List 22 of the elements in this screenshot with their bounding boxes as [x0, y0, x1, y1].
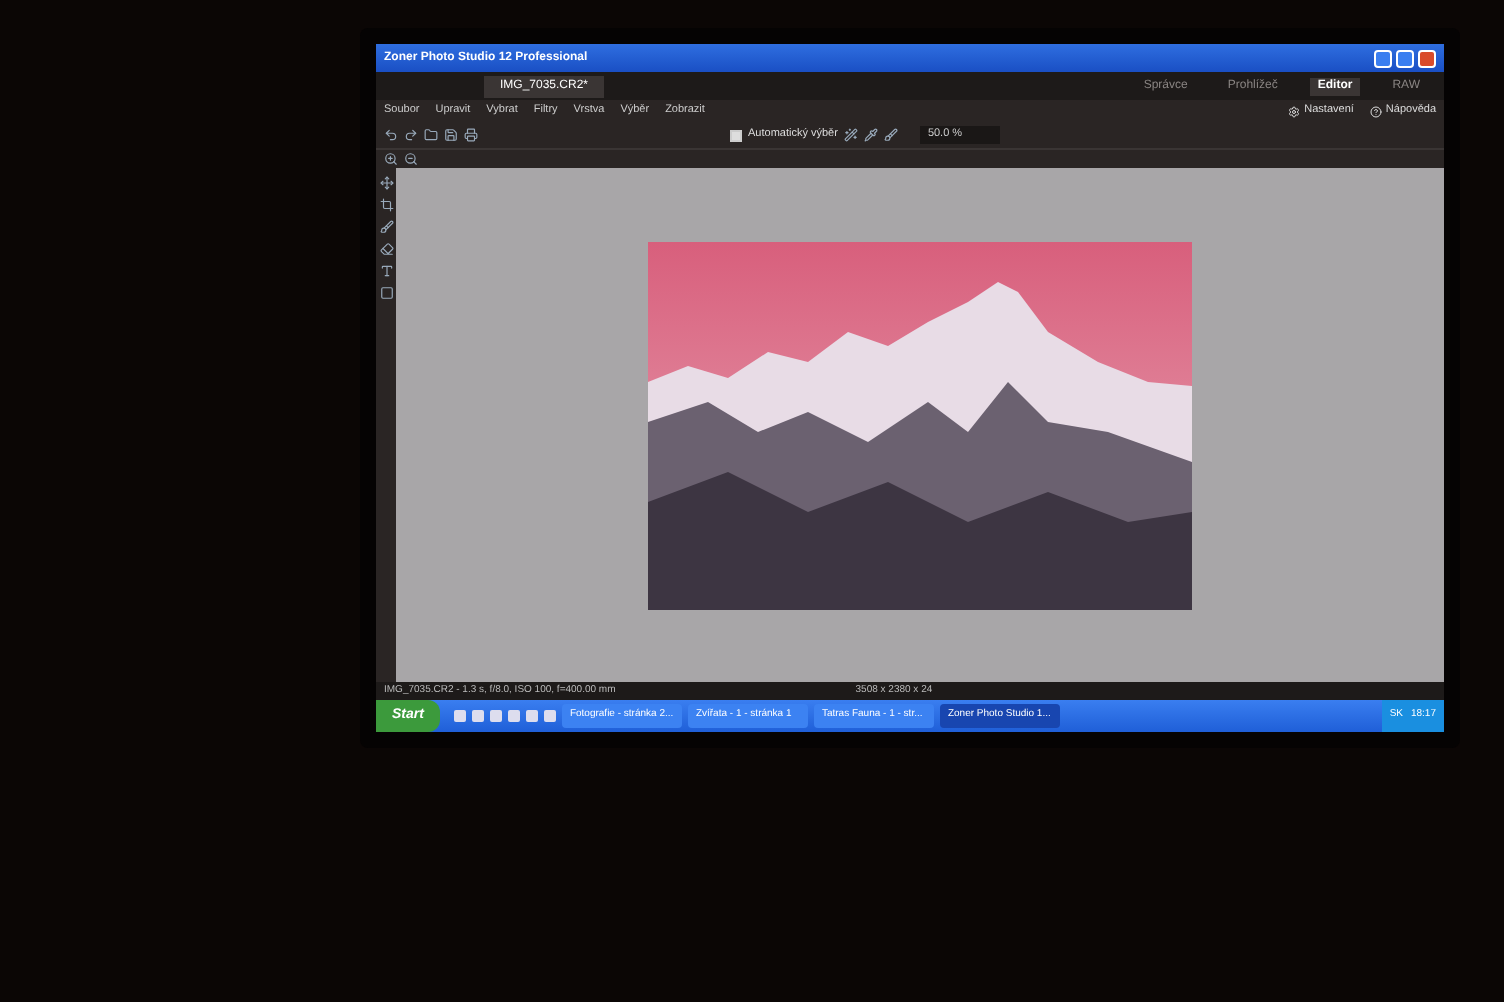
close-button[interactable] — [1418, 49, 1436, 67]
maximize-button[interactable] — [1396, 49, 1414, 67]
crop-icon[interactable] — [379, 198, 393, 212]
brush-icon[interactable] — [883, 128, 898, 142]
move-icon[interactable] — [379, 176, 393, 190]
save-icon[interactable] — [444, 128, 458, 142]
folder-icon[interactable] — [424, 128, 438, 142]
brush-icon[interactable] — [379, 220, 393, 234]
help-icon — [1369, 105, 1382, 117]
rectangle-icon[interactable] — [379, 286, 393, 300]
settings-icon — [1288, 105, 1301, 117]
zoom-in-icon[interactable] — [384, 152, 398, 166]
eraser-icon[interactable] — [379, 242, 393, 256]
zoom-out-icon[interactable] — [404, 152, 418, 166]
undo-icon[interactable] — [384, 128, 398, 142]
auto-select-checkbox[interactable] — [730, 129, 742, 141]
redo-icon[interactable] — [404, 128, 418, 142]
wand-icon[interactable] — [843, 128, 858, 142]
pipette-icon[interactable] — [863, 128, 878, 142]
printer-icon[interactable] — [464, 128, 478, 142]
text-icon[interactable] — [379, 264, 393, 278]
minimize-button[interactable] — [1374, 49, 1392, 67]
